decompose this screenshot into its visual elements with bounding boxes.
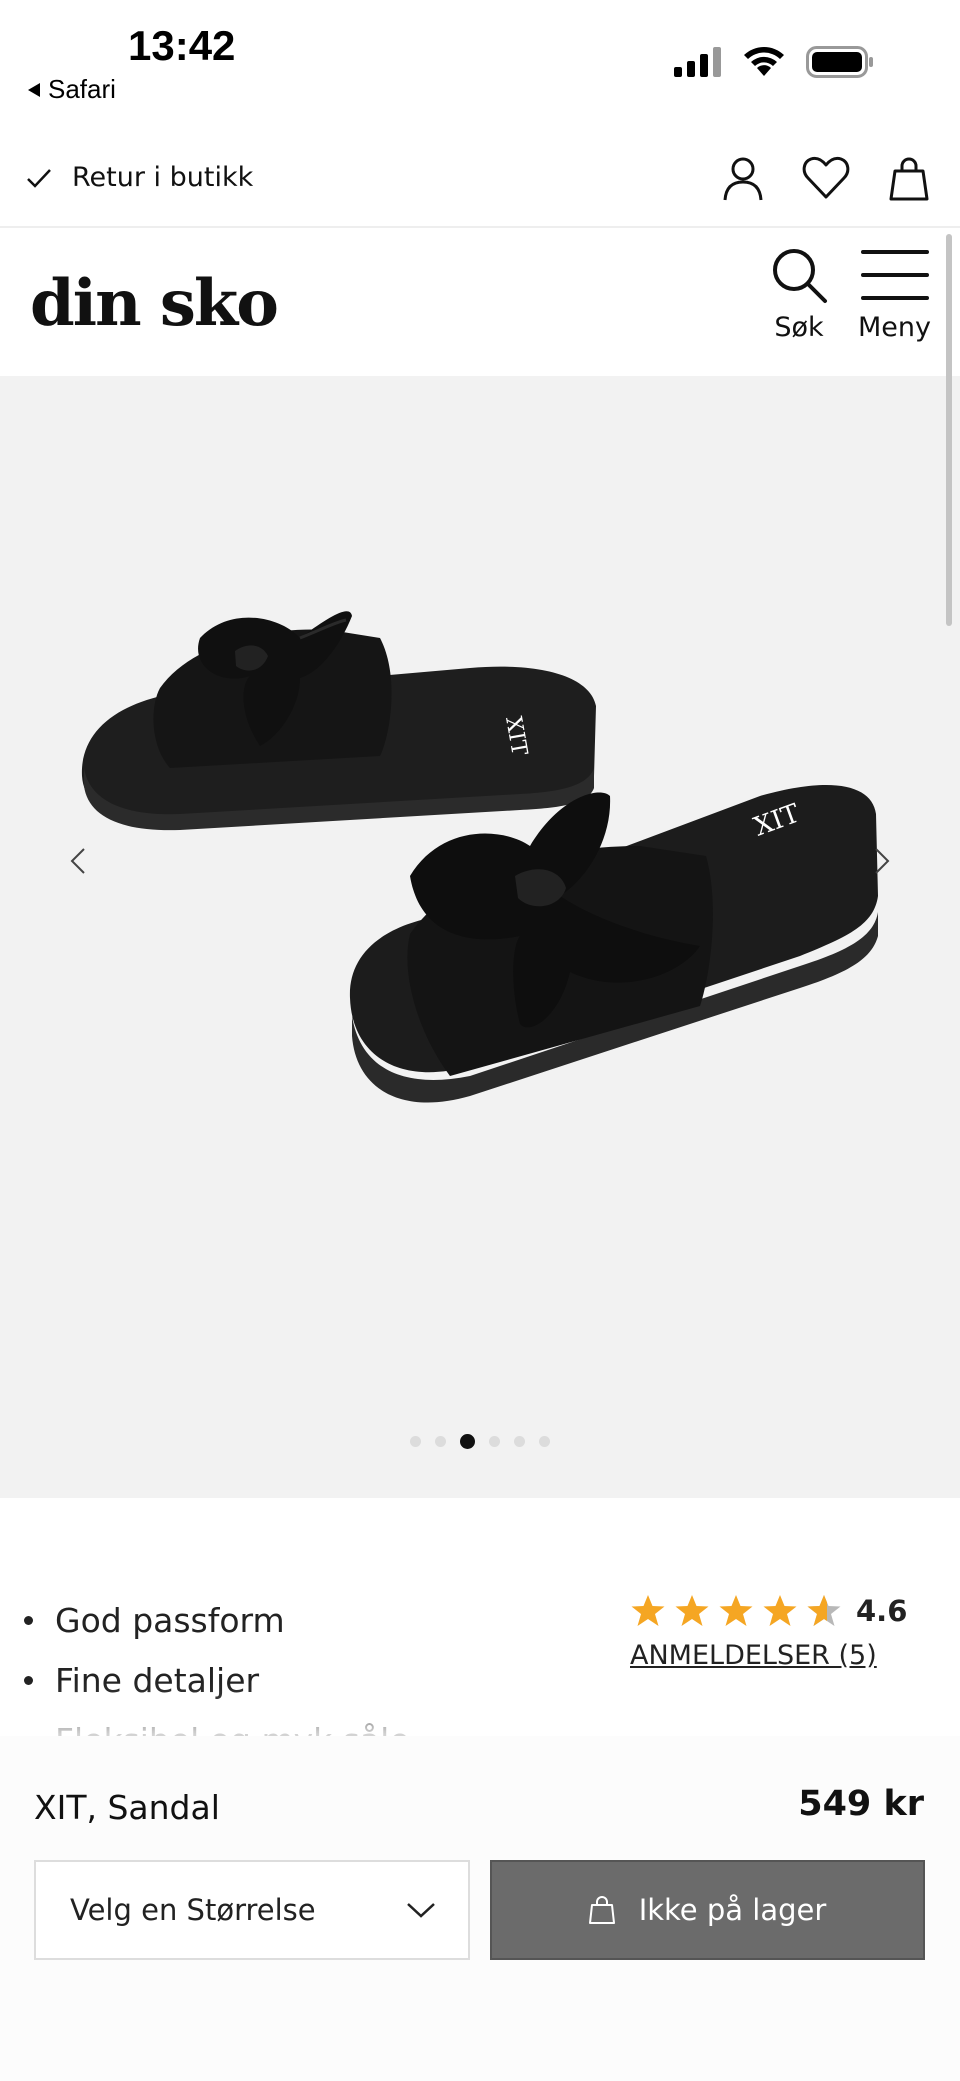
- gallery-dot[interactable]: [435, 1436, 446, 1447]
- din-sko-logo[interactable]: din sko: [30, 266, 279, 341]
- star-half-icon: [807, 1595, 841, 1626]
- product-image: XIT XIT: [81, 611, 878, 1103]
- stars-row: 4.6: [630, 1594, 940, 1628]
- gallery-next-button[interactable]: [862, 836, 902, 886]
- search-button[interactable]: Søk: [770, 246, 828, 343]
- product-image-gallery[interactable]: XIT XIT: [0, 376, 960, 1498]
- shopping-bag-icon: [588, 1896, 615, 1924]
- sandal-front: [349, 784, 878, 1103]
- chevron-right-icon: [875, 848, 890, 874]
- chevron-left-icon: [70, 848, 85, 874]
- hamburger-menu-icon: [860, 250, 929, 300]
- feature-text: God passform: [55, 1600, 285, 1640]
- bullet: [24, 1675, 33, 1685]
- retur-info: Retur i butikk: [26, 162, 253, 193]
- utility-icons: [722, 156, 930, 202]
- battery-icon: [806, 46, 873, 78]
- site-header: din sko Søk Meny: [0, 230, 960, 376]
- checkmark-icon: [27, 168, 51, 188]
- product-rating: 4.6 ANMELDELSER (5): [630, 1594, 940, 1671]
- utility-bar: Retur i butikk: [0, 128, 960, 228]
- size-select[interactable]: Velg en Størrelse: [34, 1860, 470, 1960]
- account-icon[interactable]: [722, 156, 764, 202]
- menu-label: Meny: [858, 312, 931, 343]
- gallery-dot[interactable]: [489, 1436, 500, 1447]
- page-scrollbar[interactable]: [946, 234, 952, 626]
- back-triangle-icon: [28, 82, 40, 97]
- out-of-stock-button[interactable]: Ikke på lager: [490, 1860, 925, 1960]
- back-app-label: Safari: [48, 74, 116, 104]
- stock-button-label: Ikke på lager: [638, 1893, 827, 1927]
- star-icon: [675, 1595, 709, 1626]
- feature-text: Fine detaljer: [55, 1660, 260, 1700]
- feature-item: God passform: [24, 1590, 584, 1650]
- status-bar: 13:42 Safari: [0, 0, 960, 118]
- gallery-pagination: [0, 1434, 960, 1449]
- wishlist-heart-icon[interactable]: [802, 156, 850, 200]
- star-icon: [719, 1595, 753, 1626]
- sticky-purchase-bar: XIT, Sandal 549 kr Velg en Størrelse Ikk…: [0, 1736, 960, 2081]
- star-icon: [763, 1595, 797, 1626]
- search-label: Søk: [774, 312, 824, 343]
- wifi-icon: [744, 47, 784, 76]
- chevron-down-icon: [407, 1903, 435, 1918]
- cellular-signal-icon: [674, 47, 721, 77]
- status-time: 13:42: [128, 22, 236, 69]
- feature-item: Fine detaljer: [24, 1650, 584, 1710]
- size-select-label: Velg en Størrelse: [70, 1893, 316, 1927]
- gallery-prev-button[interactable]: [58, 836, 98, 886]
- gallery-dot[interactable]: [410, 1436, 421, 1447]
- search-icon: [773, 249, 827, 303]
- star-icon: [631, 1595, 665, 1626]
- reviews-link[interactable]: ANMELDELSER (5): [630, 1640, 940, 1671]
- rating-value: 4.6: [856, 1594, 908, 1628]
- gallery-dot[interactable]: [539, 1436, 550, 1447]
- gallery-dot[interactable]: [514, 1436, 525, 1447]
- gallery-dot-active[interactable]: [460, 1434, 475, 1449]
- product-name: XIT, Sandal: [34, 1788, 220, 1827]
- back-to-safari[interactable]: Safari: [26, 74, 116, 105]
- shopping-bag-icon[interactable]: [888, 156, 930, 202]
- status-icons: [674, 46, 874, 78]
- menu-button[interactable]: Meny: [858, 246, 931, 343]
- bullet: [24, 1615, 33, 1625]
- product-price: 549 kr: [798, 1784, 924, 1824]
- retur-label: Retur i butikk: [72, 162, 254, 193]
